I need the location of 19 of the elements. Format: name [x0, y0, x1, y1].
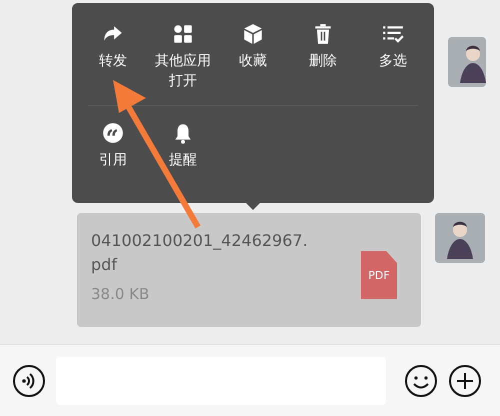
- avatar[interactable]: [435, 213, 485, 263]
- file-name: 041002100201_42462967.pdf: [91, 230, 309, 276]
- plus-icon[interactable]: [448, 364, 482, 398]
- menu-item[interactable]: 引用: [78, 122, 148, 170]
- file-message[interactable]: 041002100201_42462967.pdf 38.0 KB PDF: [77, 213, 421, 327]
- avatar[interactable]: [448, 37, 486, 87]
- pdf-file-icon: PDF: [361, 251, 397, 299]
- menu-item[interactable]: 删除: [288, 23, 358, 91]
- voice-icon[interactable]: [12, 364, 46, 398]
- menu-item[interactable]: 提醒: [148, 122, 218, 170]
- menu-item[interactable]: 收藏: [218, 23, 288, 91]
- cube-icon: [242, 23, 264, 45]
- menu-item[interactable]: 其他应用打开: [148, 23, 218, 91]
- file-size: 38.0 KB: [91, 285, 150, 303]
- emoji-icon[interactable]: [404, 364, 438, 398]
- quote-icon: [102, 122, 124, 144]
- menu-item[interactable]: 转发: [78, 23, 148, 91]
- menu-item[interactable]: 多选: [358, 23, 428, 91]
- grid-icon: [172, 23, 194, 45]
